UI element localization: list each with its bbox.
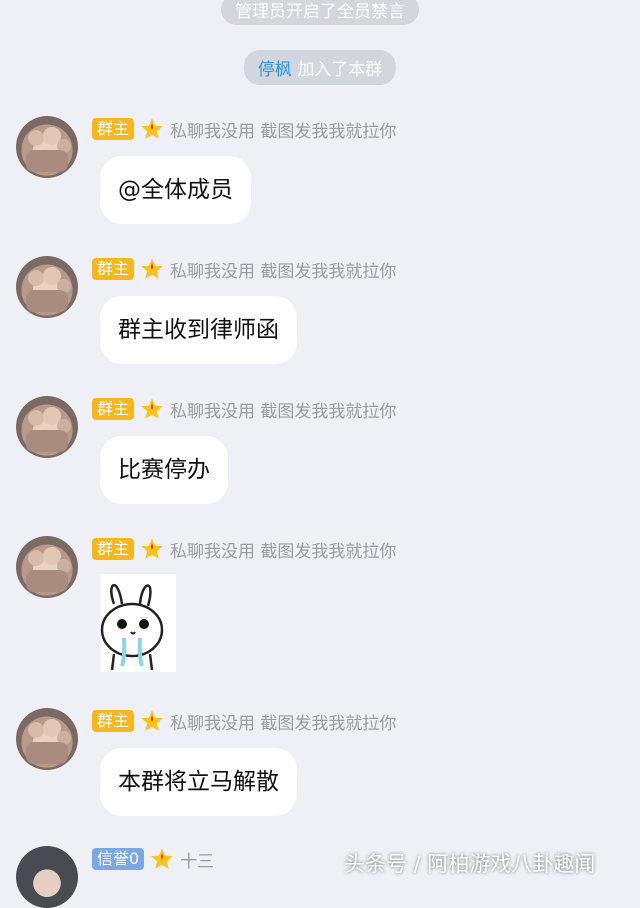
credit-badge: 信誉0 <box>92 848 145 870</box>
star-icon <box>140 397 164 421</box>
join-text: 加入了本群 <box>297 60 383 80</box>
sender-nickname[interactable]: 私聊我没用 截图发我我就拉你 <box>170 397 396 422</box>
avatar[interactable] <box>16 396 78 458</box>
avatar[interactable] <box>16 536 78 598</box>
system-message-mute: 管理员开启了全员禁言 <box>221 0 419 25</box>
star-icon <box>140 257 164 281</box>
message-bubble[interactable]: 比赛停办 <box>100 436 228 504</box>
star-icon <box>140 117 164 141</box>
star-icon <box>150 847 174 871</box>
message-bubble[interactable]: @全体成员 <box>100 156 251 224</box>
sender-nickname[interactable]: 私聊我没用 截图发我我就拉你 <box>170 537 396 562</box>
system-message-mute-text: 管理员开启了全员禁言 <box>235 2 405 22</box>
avatar[interactable] <box>16 256 78 318</box>
owner-badge: 群主 <box>92 398 135 420</box>
avatar[interactable] <box>16 708 78 770</box>
watermark: 头条号 / 阿柏游戏八卦趣闻 <box>344 852 596 876</box>
sender-nickname[interactable]: 私聊我没用 截图发我我就拉你 <box>170 117 396 142</box>
avatar[interactable] <box>16 846 78 908</box>
star-icon <box>140 709 164 733</box>
system-message-join: 停枫 加入了本群 <box>243 50 397 85</box>
sender-nickname[interactable]: 私聊我没用 截图发我我就拉你 <box>170 709 396 734</box>
message-bubble[interactable]: 本群将立马解散 <box>100 748 297 816</box>
owner-badge: 群主 <box>92 118 135 140</box>
avatar[interactable] <box>16 116 78 178</box>
rabbit-sticker[interactable] <box>100 574 176 672</box>
sender-nickname[interactable]: 十三 <box>180 847 214 872</box>
star-icon <box>140 537 164 561</box>
owner-badge: 群主 <box>92 710 135 732</box>
owner-badge: 群主 <box>92 538 135 560</box>
join-user-link[interactable]: 停枫 <box>258 60 292 80</box>
owner-badge: 群主 <box>92 258 135 280</box>
message-bubble[interactable]: 群主收到律师函 <box>100 296 297 364</box>
sender-nickname[interactable]: 私聊我没用 截图发我我就拉你 <box>170 257 396 282</box>
